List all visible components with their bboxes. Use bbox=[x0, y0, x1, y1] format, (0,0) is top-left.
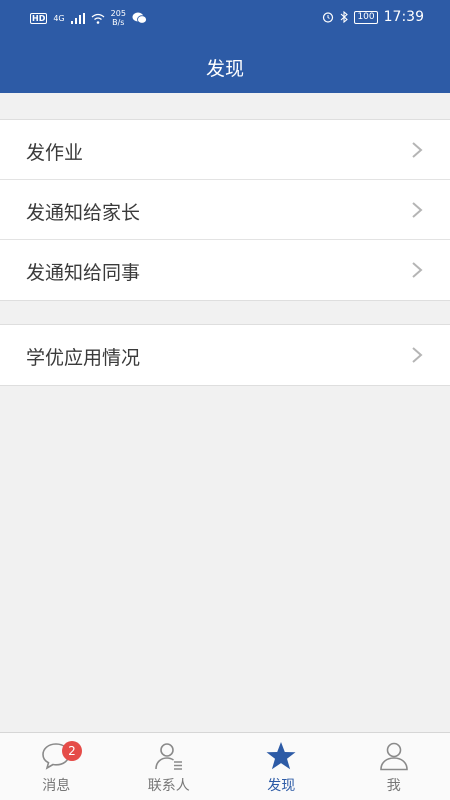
chevron-right-icon bbox=[412, 142, 423, 158]
wifi-icon bbox=[91, 13, 105, 24]
tab-label: 发现 bbox=[267, 778, 296, 794]
menu-group-1: 发作业 发通知给家长 发通知给同事 bbox=[0, 119, 450, 301]
contacts-icon bbox=[154, 743, 182, 770]
tab-discover[interactable]: 发现 bbox=[225, 733, 338, 800]
chevron-right-icon bbox=[412, 347, 423, 363]
unread-badge: 2 bbox=[62, 741, 82, 761]
alarm-icon bbox=[323, 12, 334, 23]
network-speed: 205 B/s bbox=[111, 9, 126, 27]
network-label: 4G bbox=[53, 13, 65, 23]
hd-icon: HD bbox=[30, 12, 48, 24]
tab-profile[interactable]: 我 bbox=[338, 733, 450, 800]
menu-item-label: 发通知给同事 bbox=[26, 262, 141, 284]
menu-item-label: 发通知给家长 bbox=[26, 202, 141, 224]
tab-label: 消息 bbox=[42, 778, 71, 794]
profile-icon bbox=[379, 742, 408, 771]
chevron-right-icon bbox=[412, 202, 423, 218]
menu-group-2: 学优应用情况 bbox=[0, 324, 450, 386]
wechat-icon bbox=[132, 12, 147, 24]
app-header: HD 4G 205 B/s 100 17:39 发现 bbox=[0, 0, 450, 93]
menu-item-assign-homework[interactable]: 发作业 bbox=[0, 120, 450, 180]
menu-item-notify-colleagues[interactable]: 发通知给同事 bbox=[0, 240, 450, 300]
signal-icon bbox=[70, 12, 85, 24]
status-bar: HD 4G 205 B/s 100 17:39 bbox=[0, 0, 450, 38]
tab-label: 我 bbox=[386, 778, 401, 794]
bluetooth-icon bbox=[341, 11, 349, 23]
page-title: 发现 bbox=[205, 58, 244, 80]
menu-item-notify-parents[interactable]: 发通知给家长 bbox=[0, 180, 450, 240]
menu-item-label: 发作业 bbox=[26, 142, 84, 164]
status-left: HD 4G 205 B/s bbox=[30, 9, 147, 27]
status-right: 100 17:39 bbox=[322, 9, 424, 25]
menu-item-label: 学优应用情况 bbox=[26, 347, 141, 369]
bottom-tab-bar: 2 消息 联系人 发现 我 bbox=[0, 732, 450, 800]
speed-value: 205 bbox=[110, 9, 126, 18]
menu-item-app-usage[interactable]: 学优应用情况 bbox=[0, 325, 450, 385]
battery-icon: 100 bbox=[354, 10, 378, 24]
tab-label: 联系人 bbox=[147, 778, 190, 794]
tab-contacts[interactable]: 联系人 bbox=[113, 733, 226, 800]
status-time: 17:39 bbox=[383, 9, 424, 25]
chevron-right-icon bbox=[412, 262, 423, 278]
tab-messages[interactable]: 2 消息 bbox=[0, 733, 113, 800]
star-icon bbox=[266, 742, 296, 770]
speed-unit: B/s bbox=[112, 18, 125, 27]
